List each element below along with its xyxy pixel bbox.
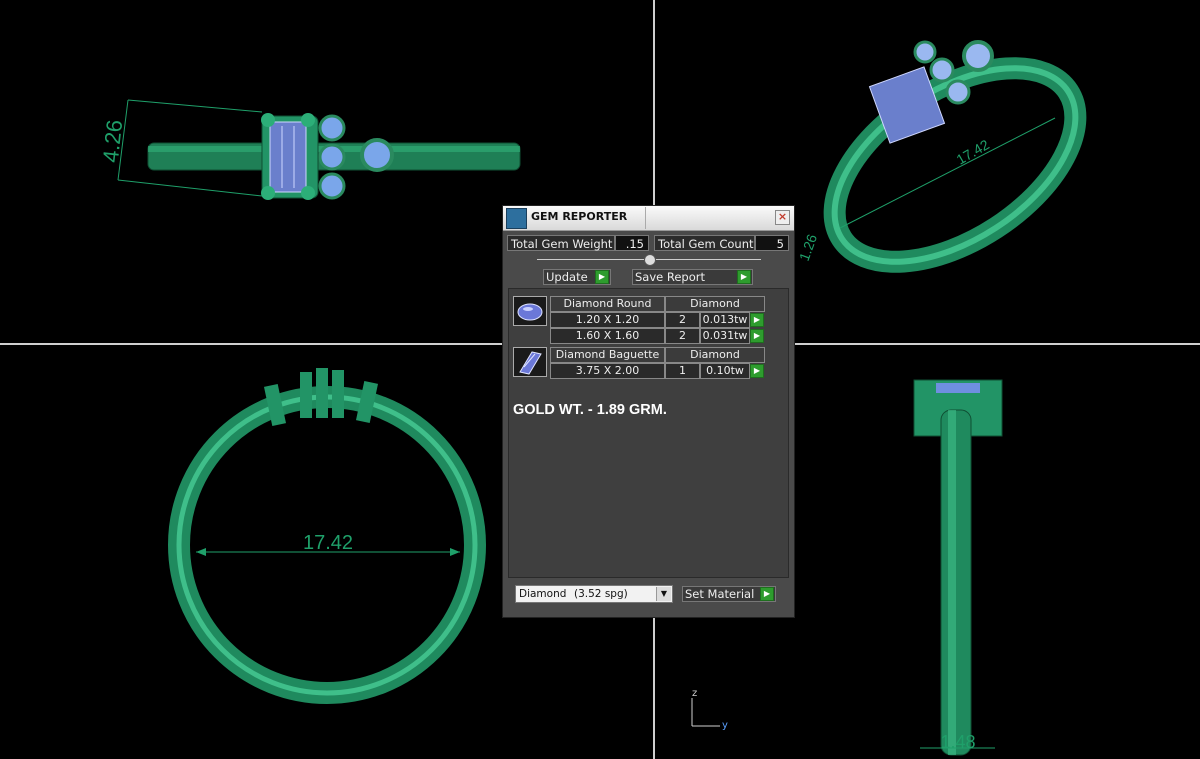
gem-row-go-icon[interactable]: ▶ [750,329,764,343]
gem-weight-cell: 0.013tw [700,312,750,328]
gem-count-cell: 2 [665,312,700,328]
update-go-icon[interactable]: ▶ [595,270,609,284]
gem-count-cell: 2 [665,328,700,344]
total-gem-count-value: 5 [755,235,789,251]
gem-reporter-panel: GEM REPORTER × Total Gem Weight .15 Tota… [502,205,795,618]
ring-side-view [117,99,521,200]
gem-shape-header: Diamond Round [550,296,665,312]
baguette-gem-icon [513,347,547,377]
axis-indicator [691,698,720,727]
save-report-go-icon[interactable]: ▶ [737,270,751,284]
gem-list[interactable]: Diamond Round Diamond 1.20 X 1.20 2 0.01… [508,288,789,578]
gem-count-cell: 1 [665,363,700,379]
save-report-button[interactable]: Save Report ▶ [632,269,753,285]
title-separator [645,207,646,229]
gem-shape-header: Diamond Baguette [550,347,665,363]
material-select-name: Diamond [519,588,567,600]
update-button[interactable]: Update ▶ [543,269,611,285]
save-report-button-label: Save Report [635,270,706,284]
gem-size-cell: 1.20 X 1.20 [550,312,665,328]
gem-row-go-icon[interactable]: ▶ [750,313,764,327]
axis-z-label: z [692,688,697,699]
gem-material-header: Diamond [665,296,765,312]
total-gem-weight-label: Total Gem Weight [507,235,615,251]
round-gem-icon [513,296,547,326]
material-select-spg: (3.52 spg) [574,588,628,600]
set-material-button[interactable]: Set Material ▶ [682,586,776,602]
ring-perspective-view [823,40,1087,273]
dimension-height-label: 4.26 [98,119,127,164]
set-material-button-label: Set Material [685,587,755,601]
update-button-label: Update [546,270,588,284]
gem-size-cell: 1.60 X 1.60 [550,328,665,344]
slider-handle[interactable] [644,254,656,266]
title-bar[interactable]: GEM REPORTER × [503,206,794,231]
material-select[interactable]: Diamond (3.52 spg) ▼ [515,585,673,603]
dimension-width-label: 1.26 [796,232,820,263]
total-gem-count-label: Total Gem Count [654,235,755,251]
set-material-go-icon[interactable]: ▶ [760,587,774,601]
panel-title: GEM REPORTER [531,210,628,223]
gem-material-header: Diamond [665,347,765,363]
total-gem-weight-value: .15 [615,235,649,251]
gem-size-cell: 3.75 X 2.00 [550,363,665,379]
dimension-diameter-label: 17.42 [954,136,993,167]
gem-reporter-app-icon [506,208,527,229]
gem-weight-cell: 0.10tw [700,363,750,379]
dimension-band-width-label: 1.48 [940,732,975,752]
gem-weight-cell: 0.031tw [700,328,750,344]
chevron-down-icon[interactable]: ▼ [656,587,671,601]
gem-row-go-icon[interactable]: ▶ [750,364,764,378]
ring-profile-view [913,379,1003,756]
axis-y-label: y [722,720,728,731]
ring-front-view [168,368,486,704]
close-button[interactable]: × [775,210,790,225]
gold-weight-note: GOLD WT. - 1.89 GRM. [513,402,667,418]
dimension-inner-diameter-label: 17.42 [303,532,353,554]
